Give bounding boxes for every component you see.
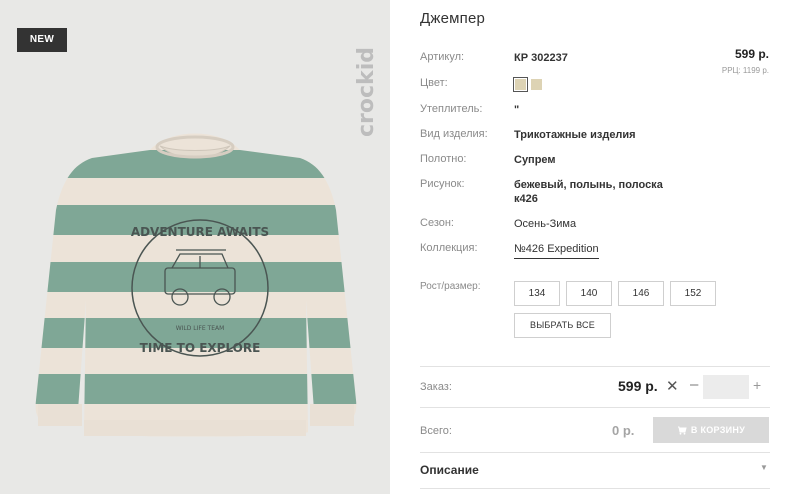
product-price: 599 р.: [734, 47, 769, 61]
quantity-input[interactable]: [703, 375, 749, 399]
order-label: Заказ:: [420, 381, 452, 393]
attr-value: ": [514, 104, 520, 116]
attr-value: Трикотажные изделия: [514, 129, 636, 141]
decrease-quantity-button[interactable]: –: [690, 376, 698, 393]
total-label: Всего:: [420, 425, 452, 437]
chevron-down-icon[interactable]: ▼: [760, 463, 768, 472]
attr-label: Утеплитель:: [420, 103, 483, 115]
attr-label: Вид изделия:: [420, 128, 488, 140]
divider: [420, 488, 770, 489]
product-info: Джемпер 599 р. РРЦ: 1199 р. Артикул: КР …: [420, 0, 772, 494]
new-badge: NEW: [17, 28, 67, 52]
divider: [420, 452, 770, 453]
attr-value: бежевый, полынь, полоска: [514, 179, 663, 191]
attr-value: Супрем: [514, 154, 556, 166]
brand-name: crockid: [354, 47, 379, 137]
product-photo[interactable]: WILD LIFE TEAM ADVENTURE AWAITS TIME TO …: [0, 0, 390, 494]
select-all-sizes-button[interactable]: ВЫБРАТЬ ВСЕ: [514, 313, 611, 338]
attr-value-line2: к426: [514, 193, 538, 205]
cart-icon: [677, 426, 687, 435]
description-toggle[interactable]: Описание: [420, 463, 479, 477]
total-price: 0 р.: [612, 423, 635, 438]
attr-label: Сезон:: [420, 217, 454, 229]
size-option-134[interactable]: 134: [514, 281, 560, 306]
attr-label: Артикул:: [420, 51, 465, 63]
size-option-146[interactable]: 146: [618, 281, 664, 306]
size-option-152[interactable]: 152: [670, 281, 716, 306]
recommended-price: РРЦ: 1199 р.: [721, 66, 769, 75]
divider: [420, 407, 770, 408]
color-swatch[interactable]: [531, 79, 542, 90]
sweater-image: WILD LIFE TEAM ADVENTURE AWAITS TIME TO …: [35, 133, 357, 437]
product-title: Джемпер: [420, 10, 486, 27]
attr-value: КР 302237: [514, 52, 568, 64]
color-swatch-selected[interactable]: [513, 77, 528, 92]
collection-link[interactable]: №426 Expedition: [514, 242, 599, 259]
print-bottom-text: TIME TO EXPLORE: [140, 341, 261, 355]
attr-label: Цвет:: [420, 77, 448, 89]
increase-quantity-button[interactable]: +: [753, 377, 761, 393]
multiply-icon: ✕: [666, 378, 679, 395]
attr-value: Осень-Зима: [514, 218, 577, 230]
brand-logo: crockid: [354, 47, 379, 137]
print-small-text: WILD LIFE TEAM: [176, 325, 225, 332]
attr-label: Рисунок:: [420, 178, 465, 190]
cart-button-label: В КОРЗИНУ: [690, 425, 746, 435]
divider: [420, 366, 770, 367]
attr-label: Полотно:: [420, 153, 467, 165]
size-option-140[interactable]: 140: [566, 281, 612, 306]
add-to-cart-button[interactable]: В КОРЗИНУ: [653, 417, 769, 443]
order-price: 599 р.: [618, 378, 658, 394]
print-top-text: ADVENTURE AWAITS: [131, 225, 269, 239]
attr-label: Коллекция:: [420, 242, 478, 254]
size-label: Рост/размер:: [420, 281, 481, 292]
